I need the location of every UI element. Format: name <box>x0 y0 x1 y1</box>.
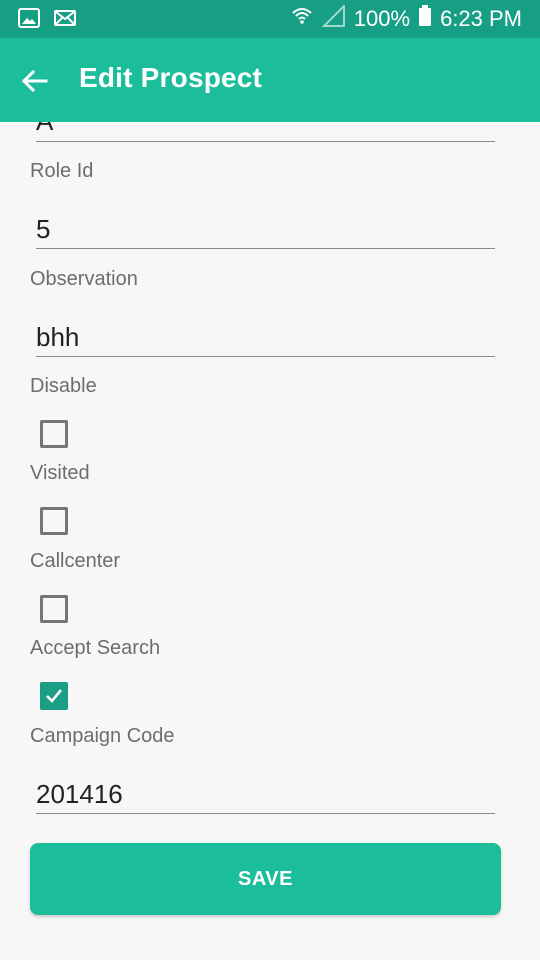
mail-icon <box>54 8 76 33</box>
campaign-code-field[interactable]: 201416 <box>36 779 123 810</box>
role-id-underline <box>36 248 495 249</box>
callcenter-label: Callcenter <box>30 550 121 572</box>
signal-icon <box>321 3 346 33</box>
page-title: Edit Prospect <box>79 62 263 93</box>
accept-search-label: Accept Search <box>30 637 161 659</box>
visited-checkbox[interactable] <box>40 507 68 535</box>
observation-label: Observation <box>30 268 138 290</box>
checkmark-icon <box>46 689 63 703</box>
accept-search-checkbox[interactable] <box>40 682 68 710</box>
image-icon <box>18 8 40 33</box>
status-right: 100% 6:23 PM <box>290 3 522 34</box>
campaign-code-label: Campaign Code <box>30 725 175 747</box>
clock: 6:23 PM <box>440 6 522 31</box>
disable-checkbox[interactable] <box>40 420 68 448</box>
save-button[interactable]: SAVE <box>30 843 501 915</box>
visited-label: Visited <box>30 462 90 484</box>
callcenter-checkbox[interactable] <box>40 595 68 623</box>
campaign-code-underline <box>36 813 495 814</box>
observation-underline <box>36 356 495 357</box>
arrow-left-icon[interactable] <box>18 64 52 98</box>
disable-label: Disable <box>30 375 97 397</box>
edit-prospect-form[interactable]: A Role Id 5 Observation bhh Disable Visi… <box>0 122 540 960</box>
status-left-icons <box>18 8 76 33</box>
status-bar: 100% 6:23 PM <box>0 0 540 38</box>
app-bar: Edit Prospect <box>0 38 540 122</box>
battery-text: 100% <box>353 6 411 31</box>
partial-field-value[interactable]: A <box>36 122 53 137</box>
partial-field-underline <box>36 141 495 142</box>
role-id-label: Role Id <box>30 160 94 182</box>
battery-icon <box>418 5 432 33</box>
observation-field[interactable]: bhh <box>36 322 79 353</box>
wifi-icon <box>290 4 314 34</box>
role-id-field[interactable]: 5 <box>36 214 50 245</box>
